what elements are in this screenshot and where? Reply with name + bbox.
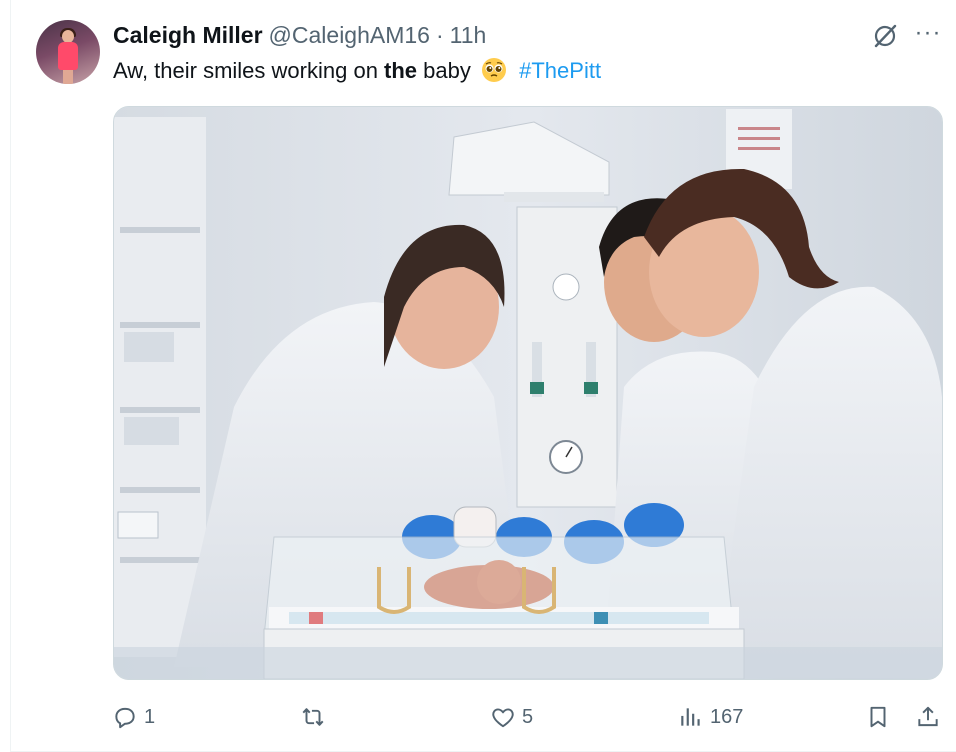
tweet-text: Aw, their smiles working on the baby #Th… xyxy=(113,56,601,86)
reply-icon xyxy=(115,707,135,729)
share-button[interactable] xyxy=(915,700,941,734)
tweet-text-part: Aw, their smiles working on xyxy=(113,58,385,83)
avatar[interactable] xyxy=(36,20,100,84)
tweet-card[interactable]: Caleigh Miller @CaleighAM16 · 11h ··· Aw… xyxy=(0,0,956,752)
separator-dot: · xyxy=(435,21,444,48)
grok-icon[interactable] xyxy=(871,22,899,50)
reply-button[interactable]: 1 xyxy=(112,700,155,734)
tweet-text-bold: the xyxy=(384,58,418,83)
view-count: 167 xyxy=(710,705,744,728)
hashtag-link[interactable]: #ThePitt xyxy=(519,58,601,83)
author-name[interactable]: Caleigh Miller xyxy=(113,22,263,49)
like-icon xyxy=(492,708,514,728)
views-icon xyxy=(681,708,700,726)
reply-count: 1 xyxy=(144,705,156,728)
tweet-header: Caleigh Miller @CaleighAM16 · 11h xyxy=(113,20,486,50)
like-count: 5 xyxy=(522,705,534,728)
author-handle[interactable]: @CaleighAM16 xyxy=(269,22,430,49)
like-button[interactable]: 5 xyxy=(490,700,533,734)
timeline-divider xyxy=(10,0,11,752)
avatar-dress xyxy=(58,42,78,70)
share-icon xyxy=(918,706,938,727)
repost-button[interactable] xyxy=(300,700,332,734)
tweet-photo[interactable] xyxy=(113,106,943,680)
bookmark-button[interactable] xyxy=(865,700,891,734)
action-bar: 1 5 167 xyxy=(0,700,956,734)
views-button[interactable]: 167 xyxy=(678,700,743,734)
repost-icon xyxy=(302,708,324,726)
bookmark-icon xyxy=(870,706,886,728)
pleading-face-emoji xyxy=(482,58,506,82)
avatar-legs xyxy=(63,70,73,84)
tweet-text-part: baby xyxy=(417,58,471,83)
timestamp[interactable]: 11h xyxy=(450,22,487,49)
photo-illustration xyxy=(114,107,942,679)
more-icon[interactable]: ··· xyxy=(914,21,942,50)
